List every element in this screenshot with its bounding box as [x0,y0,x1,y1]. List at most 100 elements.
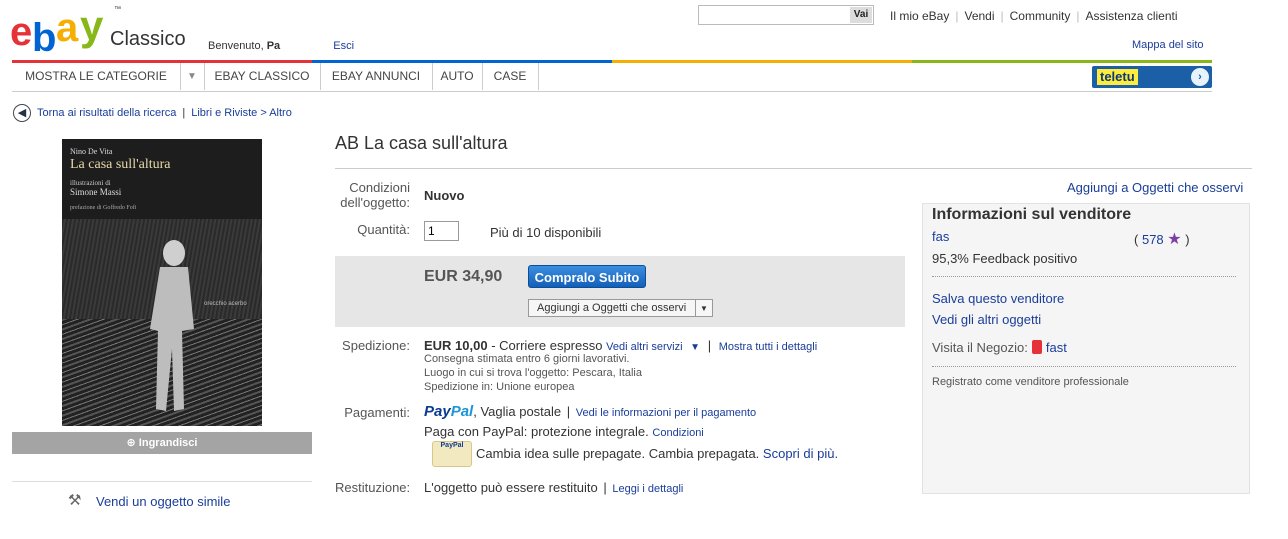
paypal-logo: PayPal [424,403,473,420]
back-arrow-icon[interactable]: ◀ [13,104,31,122]
welcome-message: Benvenuto, Pa Esci [208,40,354,52]
chevron-down-icon[interactable]: ▼ [695,300,712,316]
delivery-estimate: Consegna stimata entro 6 giorni lavorati… [424,353,630,365]
conditions-link[interactable]: Condizioni [652,427,703,439]
paypal-protection: Paga con PayPal: protezione integrale. C… [424,424,704,439]
add-to-watchlist-link[interactable]: Aggiungi a Oggetti che osservi [1067,180,1243,195]
divider [12,481,312,482]
seller-name-link[interactable]: fas [932,229,949,244]
ships-to: Spedizione in: Unione europea [424,381,575,393]
store-label: Visita il Negozio: [932,340,1028,355]
sitemap-link[interactable]: Mappa del sito [1132,39,1204,51]
chevron-down-icon[interactable]: ▼ [180,63,205,90]
watch-button-label: Aggiungi a Oggetti che osservi [537,302,687,314]
separator: | [566,404,571,419]
logo-suffix: Classico [110,28,186,50]
search-input[interactable] [699,6,850,22]
shipping-cost: EUR 10,00 [424,338,488,353]
shipping-method: - Corriere espresso [491,338,603,353]
cover-illustrator: Simone Massi [70,187,122,197]
separator: | [182,107,186,119]
item-image[interactable]: Nino De Vita La casa sull'altura illustr… [62,139,262,426]
show-all-details-link[interactable]: Mostra tutti i dettagli [719,341,817,353]
payment-methods: PayPal, Vaglia postale | Vedi le informa… [424,403,756,420]
show-categories-button[interactable]: MOSTRA LE CATEGORIE [12,63,181,90]
nav-auto[interactable]: AUTO [432,63,483,90]
add-to-watchlist-button[interactable]: Aggiungi a Oggetti che osservi ▼ [528,299,713,317]
prepaid-promo-text: Cambia idea sulle prepagate. Cambia prep… [476,446,760,461]
nav-ebay-classico[interactable]: EBAY CLASSICO [204,63,321,90]
logo-letter-a: a [56,6,78,50]
nav-case[interactable]: CASE [482,63,539,90]
enlarge-label: Ingrandisci [138,437,198,449]
logo-trademark: ™ [114,6,121,13]
teletu-logo: teletu [1097,69,1138,85]
other-payment-methods: , Vaglia postale [473,404,562,419]
header-search: Vai [698,5,874,25]
returns-label: Restituzione: [335,480,411,495]
separator: | [603,480,607,495]
condition-label: Condizioni dell'oggetto: [340,180,410,210]
chevron-down-icon[interactable]: ▼ [690,342,700,353]
shipping-summary: EUR 10,00 - Corriere espresso Vedi altri… [424,338,817,353]
returns-info: L'oggetto può essere restituito | Leggi … [424,480,683,495]
read-details-link[interactable]: Leggi i dettagli [612,483,683,495]
store-icon [1031,340,1042,354]
other-items-link[interactable]: Vedi gli altri oggetti [932,312,1041,327]
item-title: AB La casa sull'altura [335,133,508,153]
cover-figure-illustration [150,240,194,411]
other-services-link[interactable]: Vedi altri servizi [606,341,682,353]
search-button[interactable]: Vai [850,7,872,23]
payment-info-link[interactable]: Vedi le informazioni per il pagamento [576,407,756,419]
welcome-user-name: Pa [266,40,281,52]
divider [932,276,1236,277]
buy-now-button[interactable]: Compralo Subito [528,265,646,288]
registered-seller-note: Registrato come venditore professionale [932,376,1129,388]
quantity-label: Quantità: [357,222,410,237]
teletu-banner[interactable]: teletu › [1092,66,1212,88]
customer-support-link[interactable]: Assistenza clienti [1079,9,1183,23]
visit-store: Visita il Negozio: fast [932,340,1067,355]
seller-info-title: Informazioni sul venditore [932,206,1132,223]
separator: | [707,338,712,353]
save-seller-link[interactable]: Salva questo venditore [932,291,1064,306]
divider [932,366,1236,367]
enlarge-button[interactable]: ⊕ Ingrandisci [12,432,312,454]
sell-link[interactable]: Vendi [958,9,1000,23]
paypal-logo-pal: Pal [450,403,474,420]
paypal-card-icon: PayPal [432,441,472,467]
welcome-prefix: Benvenuto, [208,40,264,52]
shipping-label: Spedizione: [342,338,410,353]
nav-ebay-annunci[interactable]: EBAY ANNUNCI [320,63,433,90]
learn-more-link[interactable]: Scopri di più. [763,446,838,461]
logo-letter-e: e [10,10,32,54]
prepaid-promo: Cambia idea sulle prepagate. Cambia prep… [476,446,838,461]
feedback-score-link[interactable]: 578 [1142,232,1164,247]
category-nav-bar: MOSTRA LE CATEGORIE ▼ EBAY CLASSICO EBAY… [12,63,1212,92]
quantity-input[interactable] [424,221,459,241]
logout-link[interactable]: Esci [333,40,354,52]
store-link[interactable]: fast [1046,340,1067,355]
paypal-logo-pay: Pay [424,403,451,420]
breadcrumb-category[interactable]: Libri e Riviste > Altro [191,107,292,119]
star-icon: ★ [1167,231,1182,248]
sell-similar-link[interactable]: Vendi un oggetto simile [96,494,230,509]
arrow-right-icon: › [1191,68,1209,86]
community-link[interactable]: Community [1004,9,1077,23]
item-price: EUR 34,90 [424,268,503,285]
back-to-results-link[interactable]: Torna ai risultati della ricerca [37,107,176,119]
cover-illustrations-label: illustrazioni di [70,179,111,187]
divider [335,168,1252,169]
paypal-card-label: PayPal [440,442,464,449]
cover-author: Nino De Vita [70,147,113,156]
my-ebay-link[interactable]: Il mio eBay [884,9,955,23]
condition-value: Nuovo [424,188,465,203]
returns-value: L'oggetto può essere restituito [424,480,598,495]
seller-feedback: ( 578 ★ ) [1134,229,1190,249]
cover-preface: prefazione di Goffredo Fofi [70,205,137,211]
feedback-open-paren: ( [1134,232,1139,247]
quantity-available: Più di 10 disponibili [490,225,602,240]
breadcrumb: Torna ai risultati della ricerca | Libri e… [37,107,292,119]
logo-letter-b: b [32,16,57,60]
top-links: Il mio eBay | Vendi | Community | Assistenza c… [884,9,1184,23]
